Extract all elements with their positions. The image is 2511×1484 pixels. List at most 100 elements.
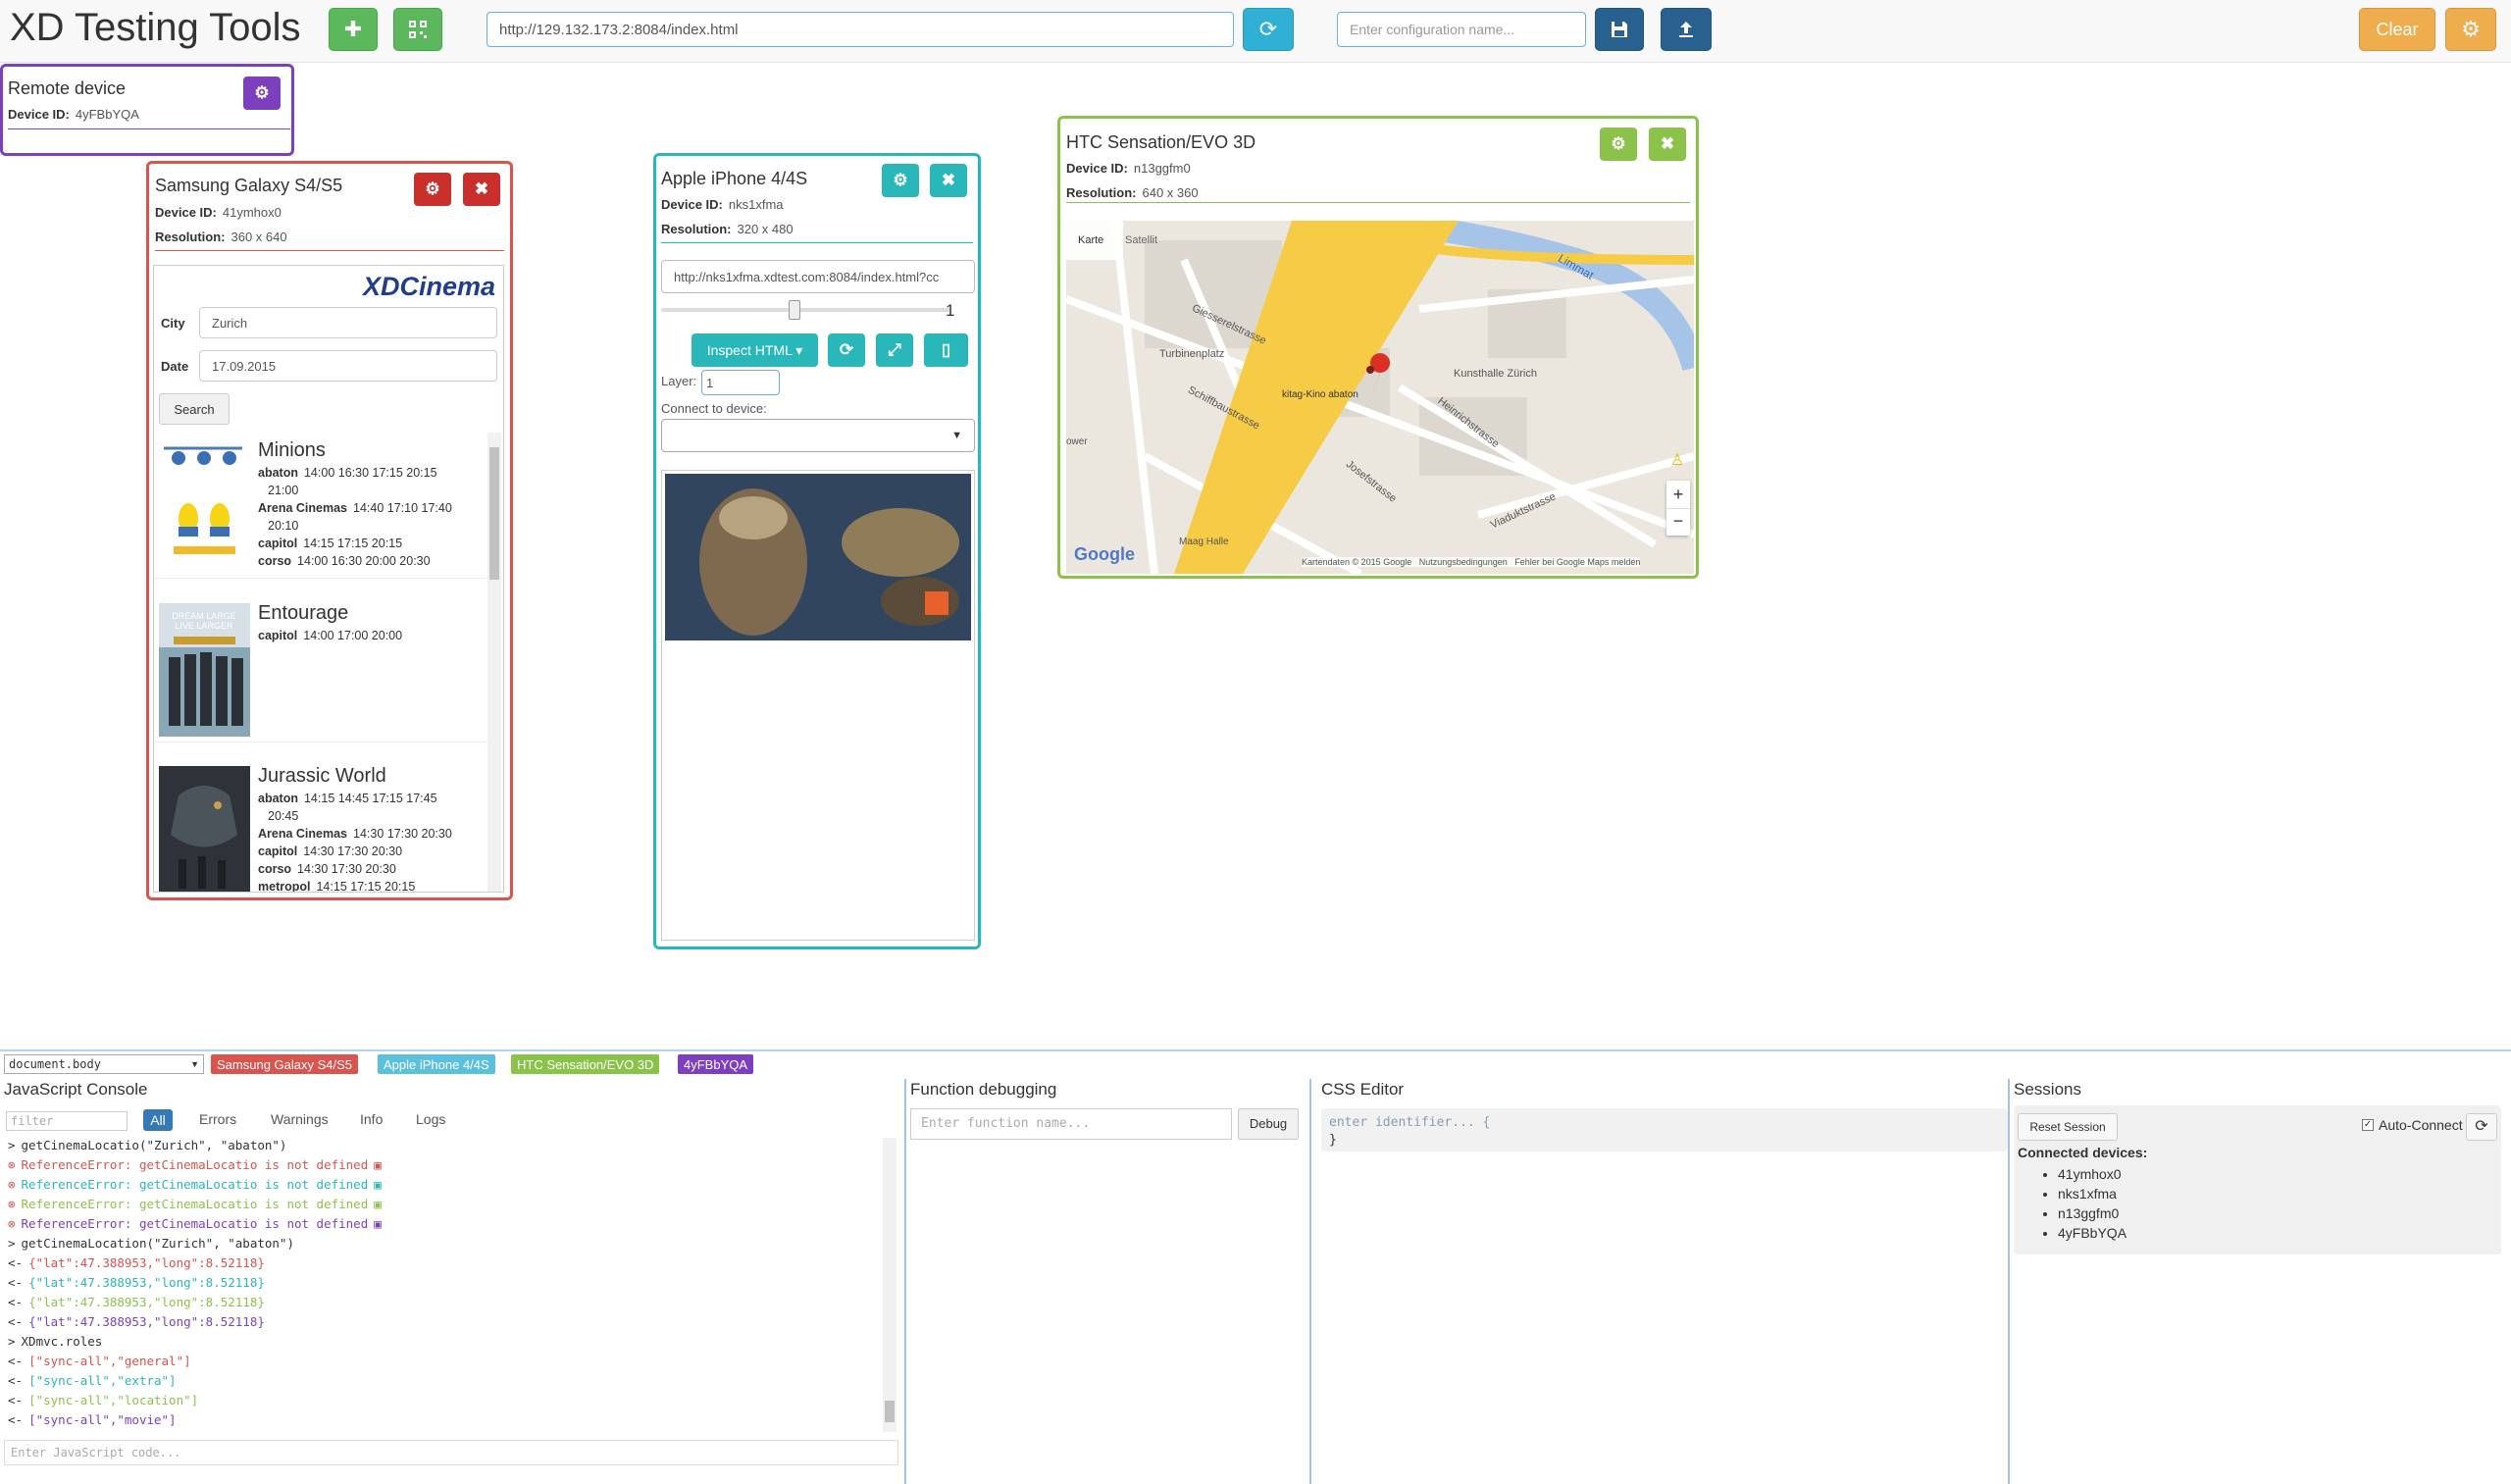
console-prefix: <- [8, 1373, 24, 1388]
scale-slider-handle[interactable] [789, 300, 800, 320]
inspect-html-dropdown[interactable]: Inspect HTML ▾ [692, 333, 818, 367]
date-input[interactable]: 17.09.2015 [199, 350, 497, 382]
divider [1309, 1079, 1311, 1484]
tab-warnings[interactable]: Warnings [271, 1111, 329, 1127]
scrollbar-thumb[interactable] [489, 447, 499, 580]
device-pill-samsung[interactable]: Samsung Galaxy S4/S5 [211, 1054, 359, 1074]
console-prefix: <- [8, 1393, 24, 1407]
showtime-row: 20:45 [268, 809, 299, 823]
showtime-row: 21:00 [268, 484, 299, 497]
layer-input[interactable]: 1 [701, 370, 780, 395]
console-prefix: <- [8, 1255, 24, 1270]
device-id: Device ID: nks1xfma [661, 197, 784, 212]
map-label: Turbinenplatz [1159, 348, 1225, 360]
device-settings-button[interactable]: ⚙ [414, 173, 451, 206]
device-name: HTC Sensation/EVO 3D [1066, 132, 1256, 152]
tab-errors[interactable]: Errors [199, 1111, 236, 1127]
clear-button[interactable]: Clear [2359, 8, 2435, 51]
layer-label: Layer: [661, 374, 697, 388]
device-id: Device ID: 4yFBbYQA [8, 107, 139, 122]
device-frame[interactable] [661, 470, 975, 941]
auto-connect-checkbox[interactable]: ✓ [2362, 1119, 2374, 1131]
scale-slider[interactable] [661, 308, 949, 312]
connect-device-select[interactable]: ▼ [661, 419, 975, 452]
reset-session-button[interactable]: Reset Session [2018, 1113, 2118, 1141]
console-scrollbar[interactable] [883, 1138, 897, 1432]
device-refresh-button[interactable]: ⟳ [828, 333, 865, 367]
console-scrollbar-thumb[interactable] [885, 1401, 895, 1422]
css-identifier-input[interactable]: enter identifier... { [1329, 1114, 2000, 1132]
console-filter-input[interactable]: filter [6, 1111, 128, 1131]
element-selector[interactable]: document.body ▼ [4, 1054, 204, 1074]
debug-button[interactable]: Debug [1238, 1108, 1299, 1140]
tab-logs[interactable]: Logs [416, 1111, 445, 1127]
device-fullscreen-button[interactable]: ⤢ [876, 333, 913, 367]
gear-icon: ⚙ [1611, 134, 1626, 153]
reload-button[interactable]: ⟳ [1243, 8, 1294, 51]
config-name-input[interactable]: Enter configuration name... [1337, 12, 1586, 47]
device-close-button[interactable]: ✖ [1649, 128, 1686, 161]
device-name: Remote device [8, 78, 127, 98]
zoom-control: + − [1666, 481, 1690, 536]
error-icon: ⊗ [8, 1157, 16, 1172]
javascript-input[interactable]: Enter JavaScript code... [4, 1440, 898, 1465]
zoom-out-icon[interactable]: − [1666, 508, 1690, 536]
device-settings-button[interactable]: ⚙ [882, 164, 919, 197]
device-settings-button[interactable]: ⚙ [1600, 128, 1637, 161]
remote-device-panel[interactable]: Remote device Device ID: 4yFBbYQA ⚙ [0, 64, 294, 156]
tab-info[interactable]: Info [360, 1111, 383, 1127]
showtime-row: metropol 14:15 17:15 20:15 [258, 880, 416, 893]
console-line: <- {"lat":47.388953,"long":8.52118} [8, 1255, 265, 1270]
htc-device-panel[interactable]: HTC Sensation/EVO 3D ⚙ ✖ Device ID: n13gg… [1057, 116, 1699, 579]
function-name-input[interactable]: Enter function name... [910, 1108, 1232, 1140]
iphone-device-panel[interactable]: Apple iPhone 4/4S ⚙ ✖ Device ID: nks1xfma… [653, 153, 981, 949]
video-frame[interactable] [665, 474, 971, 640]
tab-all[interactable]: All [143, 1109, 173, 1131]
device-close-button[interactable]: ✖ [930, 164, 967, 197]
movie-poster [159, 766, 250, 892]
city-label: City [161, 316, 185, 331]
map-view[interactable]: Karte Satellit Giesserelstrasse Turbinen… [1066, 221, 1694, 574]
map-tab[interactable]: Karte [1078, 234, 1103, 246]
settings-button[interactable]: ⚙ [2445, 8, 2496, 51]
auto-connect-label: Auto-Connect [2379, 1117, 2463, 1133]
movie-poster: DREAM LARGE LIVE LARGER [159, 603, 250, 737]
device-pill-iphone[interactable]: Apple iPhone 4/4S [378, 1054, 495, 1074]
close-icon: ✖ [474, 179, 489, 198]
map-label: kitag-Kino abaton [1282, 389, 1358, 400]
upload-config-button[interactable] [1661, 8, 1712, 51]
url-input[interactable]: http://129.132.173.2:8084/index.html [487, 12, 1234, 47]
console-prefix: > [8, 1334, 16, 1349]
device-name: Samsung Galaxy S4/S5 [155, 176, 343, 195]
device-url-input[interactable]: http://nks1xfma.xdtest.com:8084/index.ht… [661, 260, 975, 293]
pegman-icon[interactable]: ♙ [1666, 450, 1688, 472]
zoom-in-icon[interactable]: + [1666, 481, 1690, 508]
console-line: <- {"lat":47.388953,"long":8.52118} [8, 1295, 265, 1309]
add-device-button[interactable]: ✚ [329, 8, 378, 51]
refresh-sessions-button[interactable]: ⟳ [2466, 1113, 2497, 1141]
device-close-button[interactable]: ✖ [463, 173, 500, 206]
css-editor[interactable]: enter identifier... { } [1321, 1108, 2008, 1151]
console-line: <- ["sync-all","general"] [8, 1354, 191, 1368]
connect-label: Connect to device: [661, 401, 767, 416]
movie-title: Jurassic World [258, 765, 386, 787]
cinema-app-frame[interactable]: XDCinema City Zurich Date 17.09.2015 Sea… [153, 265, 504, 893]
city-input[interactable]: Zurich [199, 307, 497, 338]
device-settings-button[interactable]: ⚙ [243, 77, 281, 110]
top-toolbar: XD Testing Tools ✚ http://129.132.173.2:… [0, 0, 2511, 63]
console-line: ⊗ ReferenceError: getCinemaLocatio is not… [8, 1197, 382, 1211]
console-line: ⊗ ReferenceError: getCinemaLocatio is not… [8, 1177, 382, 1192]
search-button[interactable]: Search [159, 393, 230, 425]
device-rotate-button[interactable]: ▯ [924, 333, 968, 367]
console-line: <- {"lat":47.388953,"long":8.52118} [8, 1314, 265, 1329]
connected-devices-label: Connected devices: [2018, 1145, 2148, 1160]
satellite-tab[interactable]: Satellit [1125, 234, 1157, 246]
device-pill-remote[interactable]: 4yFBbYQA [678, 1054, 754, 1074]
rotate-device-icon: ▯ [941, 340, 951, 359]
save-config-button[interactable] [1595, 8, 1644, 51]
device-pill-htc[interactable]: HTC Sensation/EVO 3D [511, 1054, 660, 1074]
device-marker-icon: ▣ [374, 1216, 382, 1231]
console-prefix: <- [8, 1295, 24, 1309]
qr-code-icon [409, 21, 427, 38]
qr-code-button[interactable] [393, 8, 442, 51]
